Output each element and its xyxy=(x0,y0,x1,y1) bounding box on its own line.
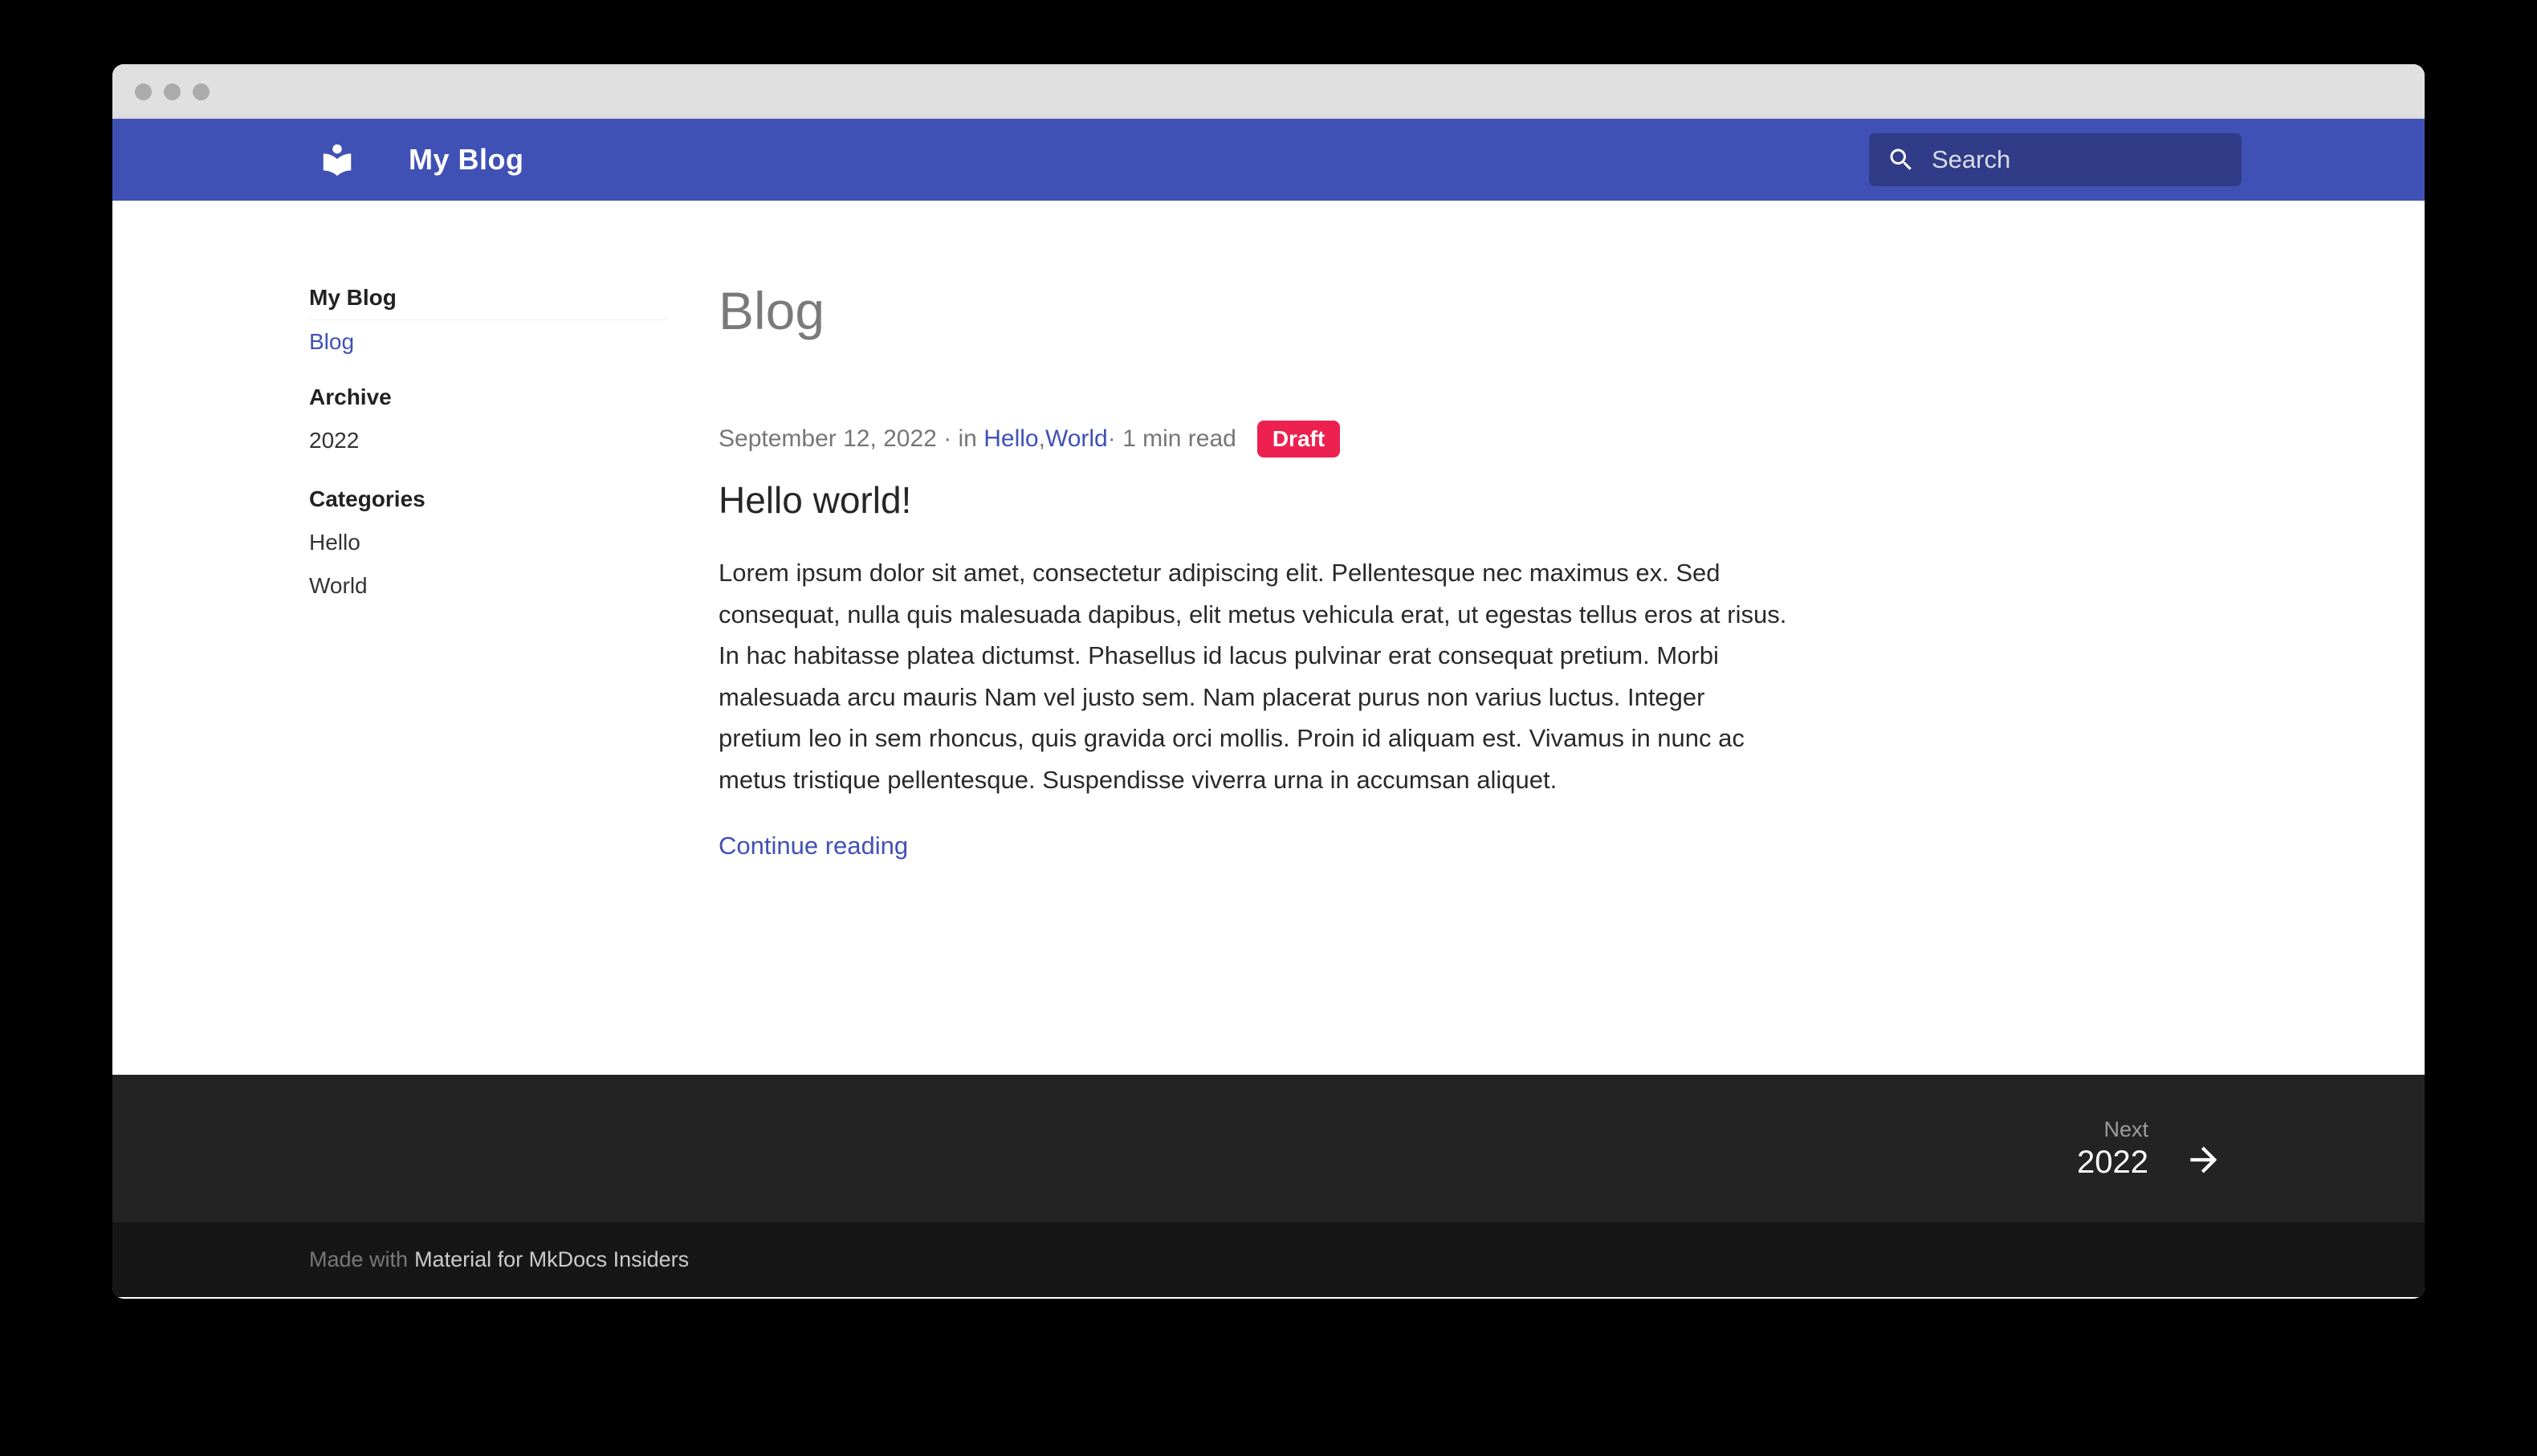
category-link-hello[interactable]: Hello xyxy=(983,420,1038,458)
post-excerpt: Lorem ipsum dolor sit amet, consectetur … xyxy=(719,552,1971,800)
header-site-title[interactable]: My Blog xyxy=(409,143,524,177)
main-column: Blog September 12, 2022 · in Hello, Worl… xyxy=(719,201,1971,866)
arrow-right-icon xyxy=(2184,1140,2224,1180)
sidebar-item-hello[interactable]: Hello xyxy=(309,521,686,564)
post-meta: September 12, 2022 · in Hello, World · 1… xyxy=(719,420,1971,458)
footer-nav: Next 2022 xyxy=(112,1075,2425,1222)
app-header: My Blog xyxy=(112,119,2425,201)
sidebar-site-title: My Blog xyxy=(309,276,686,319)
page-content: My Blog Blog Archive 2022 Categories Hel… xyxy=(112,201,2425,1075)
category-separator: , xyxy=(1039,420,1045,458)
sidebar-item-blog[interactable]: Blog xyxy=(309,329,354,354)
browser-window: My Blog My Blog Blog Archive 2022 Catego… xyxy=(112,64,2425,1299)
sidebar-categories-heading: Categories xyxy=(309,478,686,521)
read-time: · 1 min read xyxy=(1108,420,1236,458)
sidebar-nav: My Blog Blog Archive 2022 Categories Hel… xyxy=(309,276,686,608)
footer-meta: Made with Material for MkDocs Insiders xyxy=(112,1222,2425,1297)
sidebar-archive-heading: Archive xyxy=(309,376,686,419)
made-with-text: Made with xyxy=(309,1247,408,1272)
sidebar-item-2022[interactable]: 2022 xyxy=(309,419,686,462)
continue-reading-link[interactable]: Continue reading xyxy=(719,825,908,866)
window-minimize-button[interactable] xyxy=(164,83,181,100)
page-title: Blog xyxy=(719,279,1971,343)
window-titlebar xyxy=(112,64,2425,119)
footer-next-title: 2022 xyxy=(2077,1143,2148,1181)
footer-next-link[interactable]: Next 2022 xyxy=(2077,1116,2224,1181)
category-link-world[interactable]: World xyxy=(1045,420,1108,458)
post-title[interactable]: Hello world! xyxy=(719,476,1971,524)
window-close-button[interactable] xyxy=(135,83,152,100)
draft-badge: Draft xyxy=(1257,421,1340,458)
site-logo-icon[interactable] xyxy=(319,141,356,178)
post-date: September 12, 2022 · in xyxy=(719,420,977,458)
search-input[interactable] xyxy=(1932,145,2205,174)
search-box[interactable] xyxy=(1869,133,2242,186)
theme-credit-link[interactable]: Material for MkDocs Insiders xyxy=(414,1247,689,1272)
search-icon xyxy=(1887,145,1916,174)
sidebar-item-world[interactable]: World xyxy=(309,564,686,608)
window-maximize-button[interactable] xyxy=(193,83,210,100)
footer-next-label: Next xyxy=(2077,1116,2148,1143)
